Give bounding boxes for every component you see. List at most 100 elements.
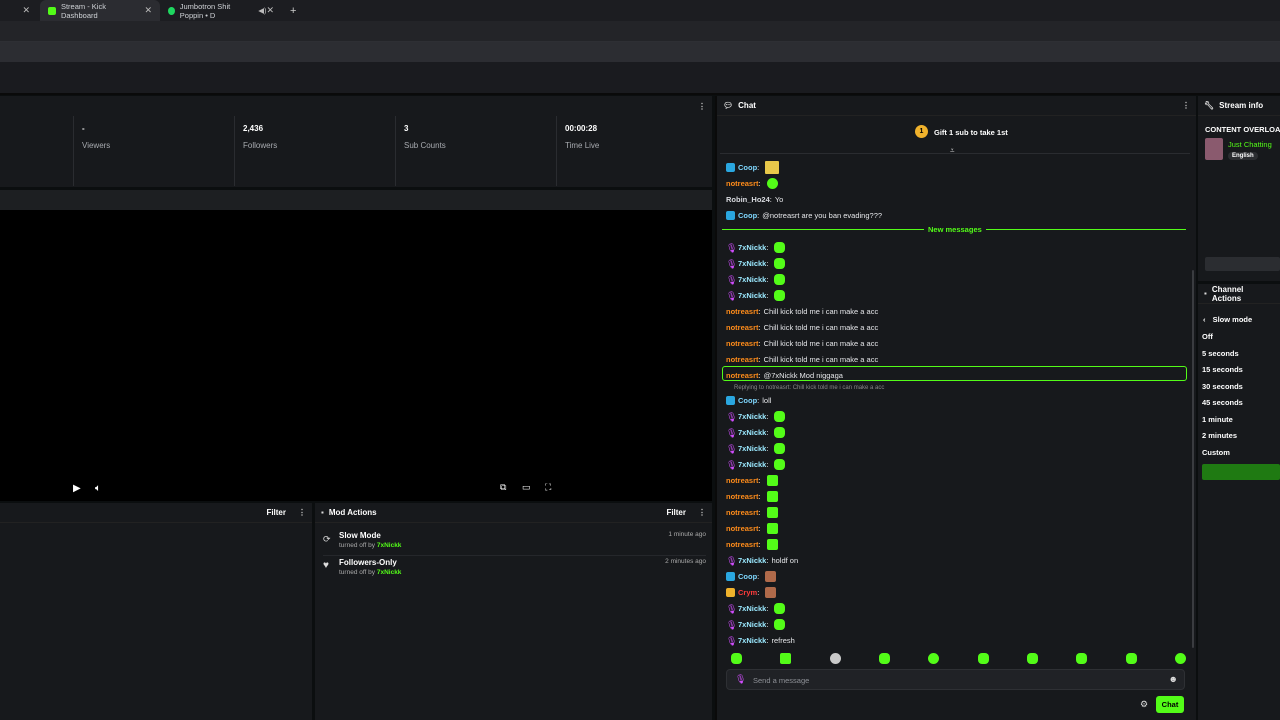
emote-icon[interactable] [878,653,890,664]
speaker-icon[interactable]: ◀) [258,6,266,15]
emote-icon[interactable] [1125,653,1137,664]
slow-mode-option-2m[interactable]: 2 minutes [1202,431,1237,440]
chat-username[interactable]: notreasrt [726,307,759,316]
scrollbar[interactable] [1192,270,1194,648]
picture-in-picture-icon[interactable]: ⧉ [500,482,506,493]
chat-username[interactable]: 7xNickk [738,556,766,565]
expand-icon[interactable]: ⩡ [950,146,955,156]
volume-icon[interactable]: 🔈︎ [95,483,101,494]
new-tab-button[interactable]: + [290,5,296,17]
kebab-menu-icon[interactable]: ⋮ [298,508,306,517]
chat-username[interactable]: Crym [738,588,757,597]
kebab-menu-icon[interactable]: ⋮ [698,508,706,517]
stat-label: Followers [243,141,278,150]
chat-username[interactable]: 7xNickk [738,604,766,613]
chat-header: 💬︎ Chat ⋮ [717,96,1196,116]
chat-username[interactable]: 7xNickk [738,460,766,469]
chat-text: Chill kick told me i can make a acc [763,354,879,364]
kebab-menu-icon[interactable]: ⋮ [698,102,706,111]
chat-username[interactable]: 7xNickk [738,428,766,437]
chat-colon: : [758,306,761,316]
emote-icon[interactable] [928,653,940,664]
slow-mode-option-45s[interactable]: 45 seconds [1202,398,1243,407]
chat-colon: : [766,459,769,469]
slow-mode-option-15s[interactable]: 15 seconds [1202,365,1243,374]
emote-icon[interactable] [977,653,989,664]
microphone-badge-icon: 🎙︎ [726,443,738,454]
chat-username[interactable]: Robin_Ho24 [726,195,770,204]
chat-username[interactable]: Coop [738,396,757,405]
chat-username[interactable]: notreasrt [726,476,759,485]
gift-sub-banner[interactable]: 1 Gift 1 sub to take 1st ⩡ [720,120,1190,156]
chat-username[interactable]: notreasrt [726,508,759,517]
chat-colon: : [758,507,761,517]
mod-action-user[interactable]: 7xNickk [377,569,402,576]
chat-username[interactable]: 7xNickk [738,291,766,300]
tab-spotify[interactable]: Jumbotron Shit Poppin • D ◀) ✕ [160,0,282,21]
send-chat-button[interactable]: Chat [1156,696,1184,713]
chat-message: 🎙︎ 7xNickk: [726,425,786,439]
chat-message: 🎙︎ 7xNickk: [726,617,786,631]
emote-icon[interactable] [780,653,792,664]
emote-icon [765,160,780,174]
chat-username[interactable]: 7xNickk [738,259,766,268]
close-tab-icon[interactable]: ✕ [144,5,152,16]
slow-mode-option-1m[interactable]: 1 minute [1202,415,1233,424]
chat-colon: : [766,619,769,629]
tab-title: Stream - Kick Dashboard [60,1,106,20]
emote-icon[interactable] [1076,653,1088,664]
chat-username[interactable]: notreasrt [726,524,759,533]
chat-username[interactable]: notreasrt [726,492,759,501]
chat-username[interactable]: notreasrt [726,323,759,332]
video-player[interactable]: ▶ 🔈︎ ⧉ ▭ ⛶ [0,210,712,501]
chat-username[interactable]: Coop [738,211,757,220]
emoji-picker-icon[interactable]: ☻ [1169,674,1178,684]
slow-mode-option-custom[interactable]: Custom [1202,448,1230,457]
channel-actions-icon: ▪ [1204,289,1207,298]
chat-text: @notreasrt are you ban evading??? [762,210,883,220]
mod-action-user[interactable]: 7xNickk [377,542,402,549]
chat-text: refresh [771,635,795,645]
tab-kick-dashboard[interactable]: Stream - Kick Dashboard ✕ [40,0,160,21]
chat-username[interactable]: notreasrt [726,179,759,188]
emote-icon[interactable] [829,653,841,664]
slow-mode-option-5s[interactable]: 5 seconds [1202,349,1239,358]
chat-username[interactable]: Coop [738,163,757,172]
stream-title: CONTENT OVERLOAD [1205,125,1280,134]
play-icon[interactable]: ▶ [73,483,81,494]
emote-icon [765,586,777,598]
chat-text: Chill kick told me i can make a acc [763,338,879,348]
chat-username[interactable]: 7xNickk [738,620,766,629]
chat-username[interactable]: notreasrt [726,339,759,348]
emote-icon[interactable] [731,653,742,664]
chat-username[interactable]: 7xNickk [738,412,766,421]
microphone-badge-icon: 🎙︎ [726,411,738,422]
chat-settings-icon[interactable]: ⚙ [1140,699,1148,710]
language-badge: English [1228,152,1258,160]
chat-input[interactable]: 🎙︎ Send a message ☻ [726,669,1185,690]
emote-icon[interactable] [1174,653,1186,664]
filter-button[interactable]: Filter [266,508,286,517]
chat-username[interactable]: Coop [738,572,757,581]
slow-mode-option-off[interactable]: Off [1202,332,1213,341]
close-tab-icon[interactable]: ✕ [0,5,40,16]
close-tab-icon[interactable]: ✕ [266,5,274,16]
filter-button[interactable]: Filter [666,508,686,517]
confirm-button[interactable] [1202,464,1280,480]
slow-mode-back-button[interactable]: ‹ Slow mode [1203,315,1252,324]
slow-mode-option-30s[interactable]: 30 seconds [1202,382,1243,391]
chat-username[interactable]: notreasrt [726,540,759,549]
chat-username[interactable]: 7xNickk [738,636,766,645]
chat-username[interactable]: 7xNickk [738,444,766,453]
fullscreen-icon[interactable]: ⛶ [545,482,551,493]
chat-username[interactable]: notreasrt [726,355,759,364]
chat-username[interactable]: 7xNickk [738,243,766,252]
theater-mode-icon[interactable]: ▭ [522,482,531,493]
stream-info-field[interactable] [1205,257,1280,271]
category-link[interactable]: Just Chatting [1228,140,1272,149]
emote-icon[interactable] [1026,653,1038,664]
browser-toolbar [0,21,1280,42]
kebab-menu-icon[interactable]: ⋮ [1182,101,1190,110]
microphone-badge-icon: 🎙︎ [726,274,738,285]
chat-username[interactable]: 7xNickk [738,275,766,284]
